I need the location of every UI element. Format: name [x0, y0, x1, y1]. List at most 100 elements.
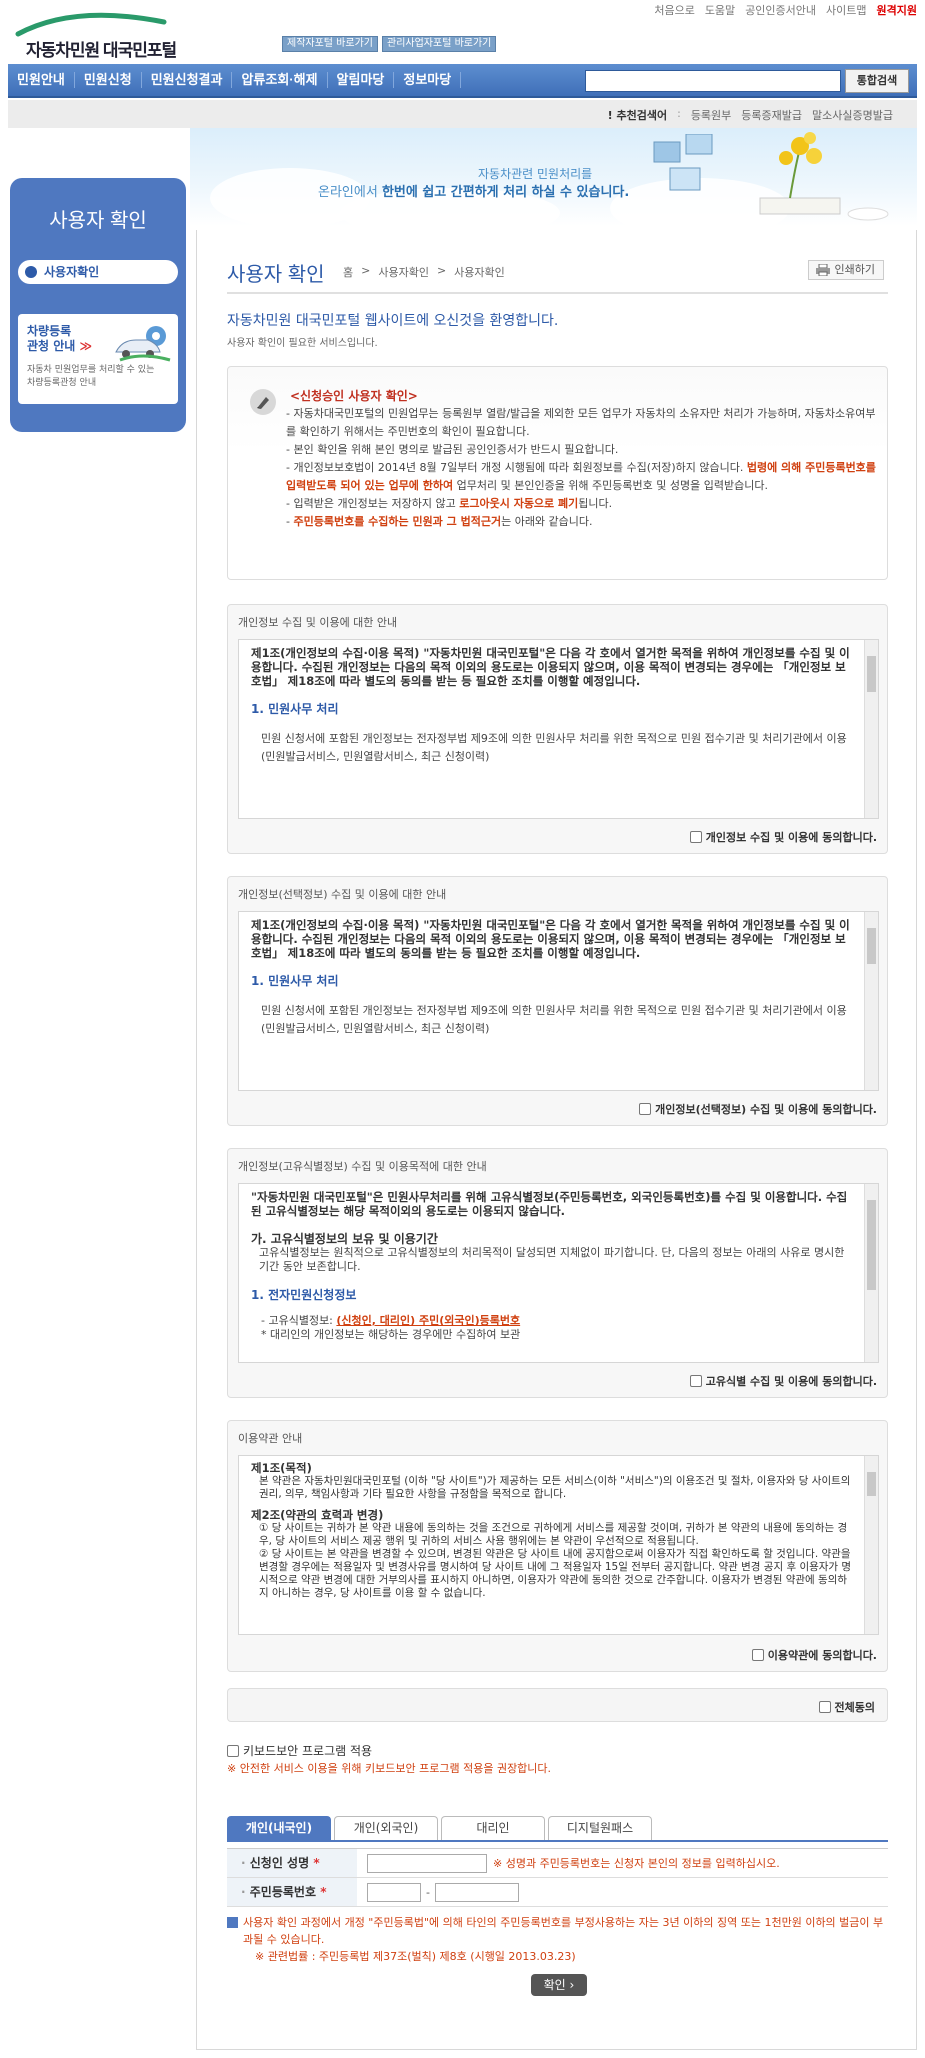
consent-personal-info: 개인정보 수집 및 이용에 대한 안내 제1조(개인정보의 수집·이용 목적) …: [227, 604, 888, 854]
breadcrumb: 홈 > 사용자확인 > 사용자확인: [343, 264, 505, 280]
all-agree-checkbox[interactable]: [818, 1701, 831, 1713]
agree-checkbox[interactable]: [689, 831, 702, 843]
name-row: · 신청인 성명 * ※ 성명과 주민등록번호는 신청자 본인의 정보를 입력하…: [227, 1849, 888, 1878]
scrollbar[interactable]: [864, 1456, 878, 1634]
nav-civil-guide[interactable]: 민원안내: [8, 72, 75, 88]
pen-icon: [250, 389, 276, 415]
top-banner: 자동차관련 민원처리를 온라인에서 한번에 쉽고 간편하게 처리 하실 수 있습…: [190, 128, 917, 226]
welcome-text: 자동차민원 대국민포털 웹사이트에 오신것을 환영합니다.: [227, 313, 559, 329]
notice-item: - 본인 확인을 위해 본인 명의로 발급된 공인인증서가 반드시 필요합니다.: [286, 443, 619, 456]
title-divider: [227, 292, 888, 294]
consent-scroll-box[interactable]: 제1조(개인정보의 수집·이용 목적) "자동차민원 대국민포털"은 다음 각 …: [238, 911, 879, 1091]
user-type-tabs: 개인(내국인) 개인(외국인) 대리인 디지털원패스: [227, 1816, 888, 1842]
recommend-bar: ! 추천검색어 : 등록원부 등록증재발급 말소사실증명발급: [8, 100, 917, 128]
confirm-button[interactable]: 확인 ›: [531, 1974, 587, 1996]
main-content: 사용자 확인 홈 > 사용자확인 > 사용자확인 인쇄하기 자동차민원 대국민포…: [196, 230, 917, 2050]
tab-digital-onepass[interactable]: 디지털원패스: [548, 1816, 652, 1840]
sidebar-item-label: 사용자확인: [44, 265, 100, 279]
breadcrumb-current: 사용자확인: [454, 266, 505, 279]
all-agree[interactable]: 전체동의: [818, 1699, 875, 1715]
consent-scroll-box[interactable]: 제1조(개인정보의 수집·이용 목적) "자동차민원 대국민포털"은 다음 각 …: [238, 639, 879, 819]
rrn-front-input[interactable]: [367, 1882, 421, 1902]
search-input[interactable]: [585, 70, 841, 92]
printer-icon: [815, 264, 830, 276]
sidebar-title: 사용자 확인: [49, 210, 147, 232]
tab-agent[interactable]: 대리인: [441, 1816, 545, 1840]
consent-unique-id: 개인정보(고유식별정보) 수집 및 이용목적에 대한 안내 "자동차민원 대국민…: [227, 1148, 888, 1398]
notice-item: - 개인정보보호법이 2014년 8월 7일부터 개정 시행됨에 따라 회원정보…: [286, 461, 876, 492]
promo-title: 차량등록 관청 안내 ≫: [27, 324, 93, 353]
consent-agree[interactable]: 이용약관에 동의합니다.: [751, 1647, 877, 1663]
agree-checkbox[interactable]: [639, 1103, 652, 1115]
scrollbar[interactable]: [864, 1184, 878, 1362]
nav-apply-result[interactable]: 민원신청결과: [142, 72, 233, 88]
name-hint: ※ 성명과 주민등록번호는 신청자 본인의 정보를 입력하십시오.: [493, 1857, 780, 1870]
notice-item: - 주민등록번호를 수집하는 민원과 그 법적근거는 아래와 같습니다.: [286, 515, 593, 528]
logo-text: 자동차민원 대국민포털: [26, 41, 177, 60]
site-logo[interactable]: 자동차민원 대국민포털: [14, 8, 204, 60]
welcome-sub-text: 사용자 확인이 필요한 서비스입니다.: [227, 338, 378, 349]
monitor-illustration-icon: [653, 134, 713, 191]
name-input[interactable]: [367, 1853, 487, 1873]
rrn-row: · 주민등록번호 * -: [227, 1878, 888, 1907]
util-remote-support[interactable]: 원격지원: [877, 2, 917, 18]
maker-portal-button[interactable]: 제작자포털 바로가기: [282, 36, 378, 52]
recommend-label: ! 추천검색어: [607, 109, 668, 122]
nav-seizure[interactable]: 압류조회·해제: [232, 72, 328, 88]
page-title: 사용자 확인: [227, 264, 325, 286]
util-home[interactable]: 처음으로: [654, 2, 694, 18]
logo-swoosh-icon: [15, 12, 167, 37]
consent-agree[interactable]: 개인정보(선택정보) 수집 및 이용에 동의합니다.: [639, 1101, 877, 1117]
keyboard-security-checkbox[interactable]: [227, 1744, 239, 1757]
breadcrumb-home[interactable]: 홈: [343, 264, 353, 280]
notice-title: <신청승인 사용자 확인>: [290, 389, 418, 403]
law-notice: 사용자 확인 과정에서 개정 "주민등록법"에 의해 타인의 주민등록번호를 부…: [227, 1914, 888, 1965]
main-navigation: 민원안내 민원신청 민원신청결과 압류조회·해제 알림마당 정보마당 통합검색: [8, 64, 917, 98]
scrollbar[interactable]: [864, 640, 878, 818]
print-button[interactable]: 인쇄하기: [807, 260, 884, 280]
consent-heading: 개인정보 수집 및 이용에 대한 안내: [238, 616, 398, 629]
applicant-form: · 신청인 성명 * ※ 성명과 주민등록번호는 신청자 본인의 정보를 입력하…: [227, 1848, 888, 1907]
consent-heading: 개인정보(선택정보) 수집 및 이용에 대한 안내: [238, 888, 447, 901]
util-cert-guide[interactable]: 공인인증서안내: [745, 2, 816, 18]
notice-item: - 자동차대국민포털의 민원업무는 등록원부 열람/발급을 제외한 모든 업무가…: [286, 407, 876, 438]
all-agree-bar: 전체동의: [227, 1688, 888, 1722]
business-portal-button[interactable]: 관리사업자포털 바로가기: [382, 36, 497, 52]
utility-links: 처음으로 도움말 공인인증서안내 사이트맵 원격지원: [654, 0, 917, 20]
left-sidebar: 사용자 확인 사용자확인 차량등록 관청 안내 ≫ 자동차 민원업무를 처리할 …: [10, 178, 186, 432]
recommend-item[interactable]: 등록증재발급: [741, 107, 802, 123]
nav-info[interactable]: 정보마당: [394, 72, 462, 88]
info-bullet-icon: [227, 1917, 238, 1928]
flower-book-illustration-icon: [759, 132, 889, 221]
consent-optional-info: 개인정보(선택정보) 수집 및 이용에 대한 안내 제1조(개인정보의 수집·이…: [227, 876, 888, 1126]
name-label: · 신청인 성명 *: [227, 1849, 357, 1877]
scrollbar[interactable]: [864, 912, 878, 1090]
tab-korean[interactable]: 개인(내국인): [227, 1816, 331, 1840]
search-button[interactable]: 통합검색: [845, 69, 909, 93]
breadcrumb-item[interactable]: 사용자확인: [378, 264, 429, 280]
consent-scroll-box[interactable]: "자동차민원 대국민포털"은 민원사무처리를 위해 고유식별정보(주민등록번호,…: [238, 1183, 879, 1363]
nav-notice[interactable]: 알림마당: [328, 72, 395, 88]
nav-civil-apply[interactable]: 민원신청: [75, 72, 142, 88]
rrn-back-input[interactable]: [434, 1882, 519, 1902]
recommend-item[interactable]: 등록원부: [691, 107, 731, 123]
util-help[interactable]: 도움말: [705, 2, 735, 18]
consent-agree[interactable]: 고유식별 수집 및 이용에 동의합니다.: [689, 1373, 877, 1389]
keyboard-security[interactable]: 키보드보안 프로그램 적용: [227, 1742, 372, 1759]
consent-scroll-box[interactable]: 제1조(목적) 본 약관은 자동차민원대국민포털 (이하 "당 사이트")가 제…: [238, 1455, 879, 1635]
banner-line2: 온라인에서 한번에 쉽고 간편하게 처리 하실 수 있습니다.: [318, 185, 630, 200]
car-gear-icon: [115, 326, 171, 362]
recommend-item[interactable]: 말소사실증명발급: [812, 107, 893, 123]
bullet-icon: [25, 266, 37, 278]
rrn-label: · 주민등록번호 *: [227, 1878, 357, 1906]
notice-item: - 입력받은 개인정보는 저장하지 않고 로그아웃시 자동으로 폐기됩니다.: [286, 497, 613, 510]
vehicle-office-promo[interactable]: 차량등록 관청 안내 ≫ 자동차 민원업무를 처리할 수 있는 차량등록관청 안…: [18, 314, 178, 404]
consent-heading: 개인정보(고유식별정보) 수집 및 이용목적에 대한 안내: [238, 1160, 487, 1173]
agree-checkbox[interactable]: [689, 1375, 702, 1387]
sidebar-item-user-confirm[interactable]: 사용자확인: [18, 260, 178, 284]
consent-agree[interactable]: 개인정보 수집 및 이용에 동의합니다.: [689, 829, 877, 845]
consent-heading: 이용약관 안내: [238, 1432, 303, 1445]
tab-foreigner[interactable]: 개인(외국인): [334, 1816, 438, 1840]
agree-checkbox[interactable]: [751, 1649, 764, 1661]
util-sitemap[interactable]: 사이트맵: [826, 2, 866, 18]
